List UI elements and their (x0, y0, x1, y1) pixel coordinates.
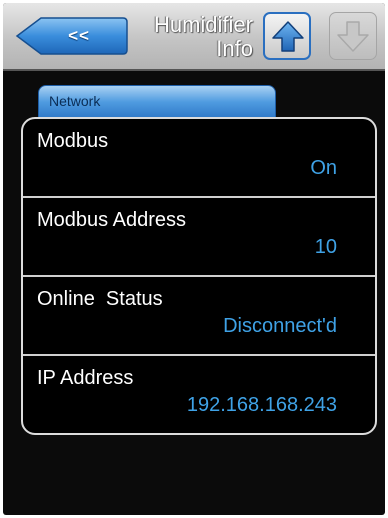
arrow-up-icon (272, 21, 304, 52)
tab-network-label: Network (49, 93, 101, 109)
info-panel: Modbus On Modbus Address 10 Online Statu… (21, 117, 377, 435)
row-modbus: Modbus On (23, 119, 375, 198)
row-modbus-label: Modbus (37, 130, 109, 152)
row-ip-address: IP Address 192.168.168.243 (23, 356, 375, 433)
page-title: Humidifier Info (131, 13, 253, 61)
back-button[interactable]: << (15, 16, 129, 56)
arrow-down-icon (337, 21, 369, 52)
page-title-line1: Humidifier (153, 12, 253, 37)
scroll-up-button[interactable] (263, 12, 311, 60)
header-bar: << Humidifier Info (3, 3, 385, 71)
row-online-status-label: Online Status (37, 288, 163, 310)
row-online-status: Online Status Disconnect'd (23, 277, 375, 356)
row-modbus-address-label: Modbus Address (37, 209, 186, 231)
device-screen: << Humidifier Info Network Modbus On Mod… (3, 3, 385, 515)
tab-network[interactable]: Network (38, 85, 276, 119)
row-online-status-value: Disconnect'd (223, 315, 337, 337)
back-button-label: << (68, 26, 90, 45)
row-modbus-value: On (310, 157, 337, 179)
row-ip-address-value: 192.168.168.243 (186, 394, 337, 416)
page-title-line2: Info (216, 36, 253, 61)
row-modbus-address: Modbus Address 10 (23, 198, 375, 277)
row-modbus-address-value: 10 (314, 236, 337, 258)
row-ip-address-label: IP Address (37, 367, 134, 389)
scroll-down-button[interactable] (329, 12, 377, 60)
